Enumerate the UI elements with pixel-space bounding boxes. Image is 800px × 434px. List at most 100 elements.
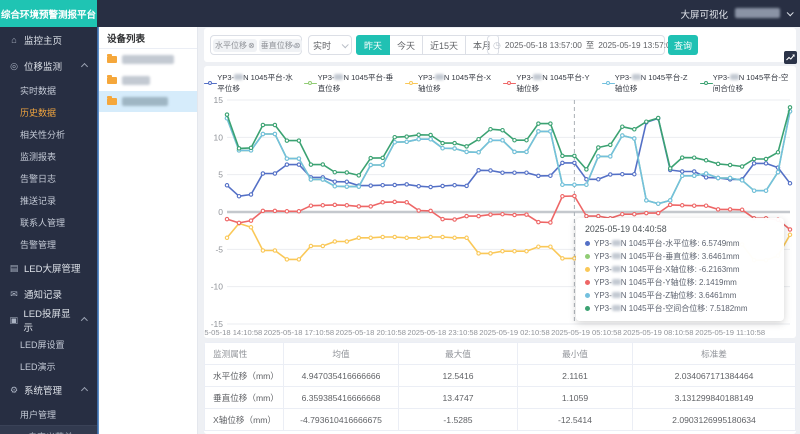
sidebar-item-告警日志[interactable]: 告警日志 xyxy=(0,167,97,189)
sidebar-item-label: LED大屏管理 xyxy=(24,264,81,275)
x-axis-tick-label: 2025-05-18 14:10:58 xyxy=(204,328,262,337)
data-point-marker xyxy=(260,122,266,128)
series-dot-icon xyxy=(585,241,590,246)
data-point-marker xyxy=(248,218,254,223)
data-point-marker xyxy=(368,162,373,168)
sidebar-item-实时数据[interactable]: 实时数据 xyxy=(0,79,97,101)
data-point-marker xyxy=(572,182,577,188)
user-menu[interactable] xyxy=(735,5,780,23)
date-range-picker[interactable]: ◷ 2025-05-18 13:57:00 至 2025-05-19 13:57… xyxy=(487,35,675,55)
data-point-marker xyxy=(392,199,397,205)
data-point-marker xyxy=(248,225,254,230)
data-point-marker xyxy=(476,251,481,256)
table-cell: 2.034067171384464 xyxy=(632,364,796,387)
statistics-table-card: 监测属性 均值 最大值 最小值 标准差 水平位移（mm） 4.94703541666666… xyxy=(204,342,796,434)
data-point-marker xyxy=(368,204,373,209)
sidebar-item-监测报表[interactable]: 监测报表 xyxy=(0,145,97,167)
data-point-marker xyxy=(703,175,709,180)
data-point-marker xyxy=(332,202,338,208)
sidebar-item-自定义菜单[interactable]: 自定义菜单 xyxy=(0,425,97,434)
table-cell: 水平位移（mm） xyxy=(204,364,284,387)
device-list-item[interactable] xyxy=(99,49,197,70)
data-point-marker xyxy=(679,169,685,174)
sidebar-item-LED演示[interactable]: LED演示 xyxy=(0,355,97,377)
data-point-marker xyxy=(380,182,385,188)
nav-link-visualization[interactable]: 大屏可视化 xyxy=(680,7,728,21)
table-cell: 2.0903126995180634 xyxy=(632,408,796,431)
range-button-近15天[interactable]: 近15天 xyxy=(422,35,467,55)
data-point-marker xyxy=(488,126,493,132)
redacted-text xyxy=(631,74,641,80)
sidebar-item-历史数据[interactable]: 历史数据 xyxy=(0,101,97,123)
data-point-marker xyxy=(464,144,469,149)
query-toolbar: 水平位移 ⊗ 垂直位移 ⊗ 实时 昨天 今天 近15天 本月 ◷ 2025-05-18 13… xyxy=(204,28,796,62)
x-axis-tick-label: 2025-05-18 20:10:58 xyxy=(335,328,406,337)
data-point-marker xyxy=(380,234,385,240)
sidebar-item-LED屏设置[interactable]: LED屏设置 xyxy=(0,333,97,355)
sidebar-item-用户管理[interactable]: 用户管理 xyxy=(0,403,97,425)
data-point-marker xyxy=(296,156,302,161)
metric-multiselect[interactable]: 水平位移 ⊗ 垂直位移 ⊗ xyxy=(210,35,303,55)
tooltip-series-row: YP3- N 1045平台-空间合位移: 7.5182mm xyxy=(585,302,775,315)
data-point-marker xyxy=(536,121,541,126)
data-point-marker xyxy=(224,216,230,222)
chevron-down-icon xyxy=(786,9,794,17)
app-window: 综合环境预警测报平台 大屏可视化 ⌂ 监控主页 ◎ 位移监测 实时数据 历史数据 相关性分析… xyxy=(0,0,800,434)
data-point-marker xyxy=(739,178,745,183)
data-point-marker xyxy=(751,188,757,193)
sidebar-item-LED投屏显示[interactable]: ▣ LED投屏显示 xyxy=(0,307,97,334)
close-icon[interactable]: ⊗ xyxy=(248,41,255,50)
chevron-up-icon xyxy=(80,386,89,394)
data-point-marker xyxy=(500,127,505,133)
range-button-昨天[interactable]: 昨天 xyxy=(356,35,391,55)
data-point-marker xyxy=(632,136,637,141)
device-list-item[interactable] xyxy=(99,70,197,91)
metric-tag-label: 水平位移 xyxy=(215,40,247,50)
redacted-text xyxy=(122,55,174,64)
sidebar-item-通知记录[interactable]: ✉ 通知记录 xyxy=(0,281,97,307)
cast-icon: ▣ xyxy=(9,314,18,325)
sidebar-item-监控主页[interactable]: ⌂ 监控主页 xyxy=(0,27,97,53)
range-button-今天[interactable]: 今天 xyxy=(389,35,424,55)
sidebar-item-相关性分析[interactable]: 相关性分析 xyxy=(0,123,97,145)
sidebar-item-系统管理[interactable]: ⚙ 系统管理 xyxy=(0,377,97,403)
table-row[interactable]: 水平位移（mm） 4.947035416666666 12.5416 2.1161 2.… xyxy=(204,364,796,387)
data-point-marker xyxy=(632,211,637,217)
data-point-marker xyxy=(751,156,757,162)
series-dot-icon xyxy=(585,267,590,272)
table-cell: 4.947035416666666 xyxy=(283,364,399,387)
data-point-marker xyxy=(512,212,517,218)
device-list-item[interactable] xyxy=(99,91,197,112)
data-point-marker xyxy=(548,244,553,249)
table-header-cell: 最小值 xyxy=(517,342,633,365)
data-point-marker xyxy=(428,184,433,190)
data-point-marker xyxy=(440,183,445,189)
x-axis-tick-label: 2025-05-19 02:10:58 xyxy=(479,328,550,337)
sidebar-item-label: 推送记录 xyxy=(20,195,57,206)
data-point-marker xyxy=(500,170,505,175)
search-button[interactable]: 查询 xyxy=(668,35,698,55)
chart-type-toggle-button[interactable] xyxy=(784,51,797,64)
table-row[interactable]: 垂直位移（mm） 6.359385416666668 13.4747 1.1059 3.… xyxy=(204,386,796,409)
data-point-marker xyxy=(560,256,565,261)
data-point-marker xyxy=(296,138,302,143)
data-point-marker xyxy=(620,133,625,138)
sidebar-item-位移监测[interactable]: ◎ 位移监测 xyxy=(0,53,97,79)
data-point-marker xyxy=(260,171,266,176)
data-point-marker xyxy=(572,193,577,199)
date-range-start: 2025-05-18 13:57:00 xyxy=(504,40,582,50)
sidebar-item-联系人管理[interactable]: 联系人管理 xyxy=(0,211,97,233)
sidebar-item-推送记录[interactable]: 推送记录 xyxy=(0,189,97,211)
table-row[interactable]: X轴位移（mm） -4.793610416666675 -1.5285 -12.541… xyxy=(204,408,796,431)
metric-tag[interactable]: 水平位移 ⊗ xyxy=(213,38,257,52)
sidebar-item-label: 实时数据 xyxy=(20,85,57,96)
data-point-marker xyxy=(644,210,649,216)
tooltip-series-label: YP3- N 1045平台-空间合位移: 7.5182mm xyxy=(594,304,748,313)
sidebar-item-LED大屏管理[interactable]: ▤ LED大屏管理 xyxy=(0,255,97,281)
sidebar-item-告警管理[interactable]: 告警管理 xyxy=(0,233,97,255)
data-point-marker xyxy=(488,212,493,217)
series-dot-icon xyxy=(585,254,590,259)
data-point-marker xyxy=(667,166,673,171)
mode-select[interactable]: 实时 xyxy=(308,35,352,55)
data-point-marker xyxy=(560,194,565,199)
